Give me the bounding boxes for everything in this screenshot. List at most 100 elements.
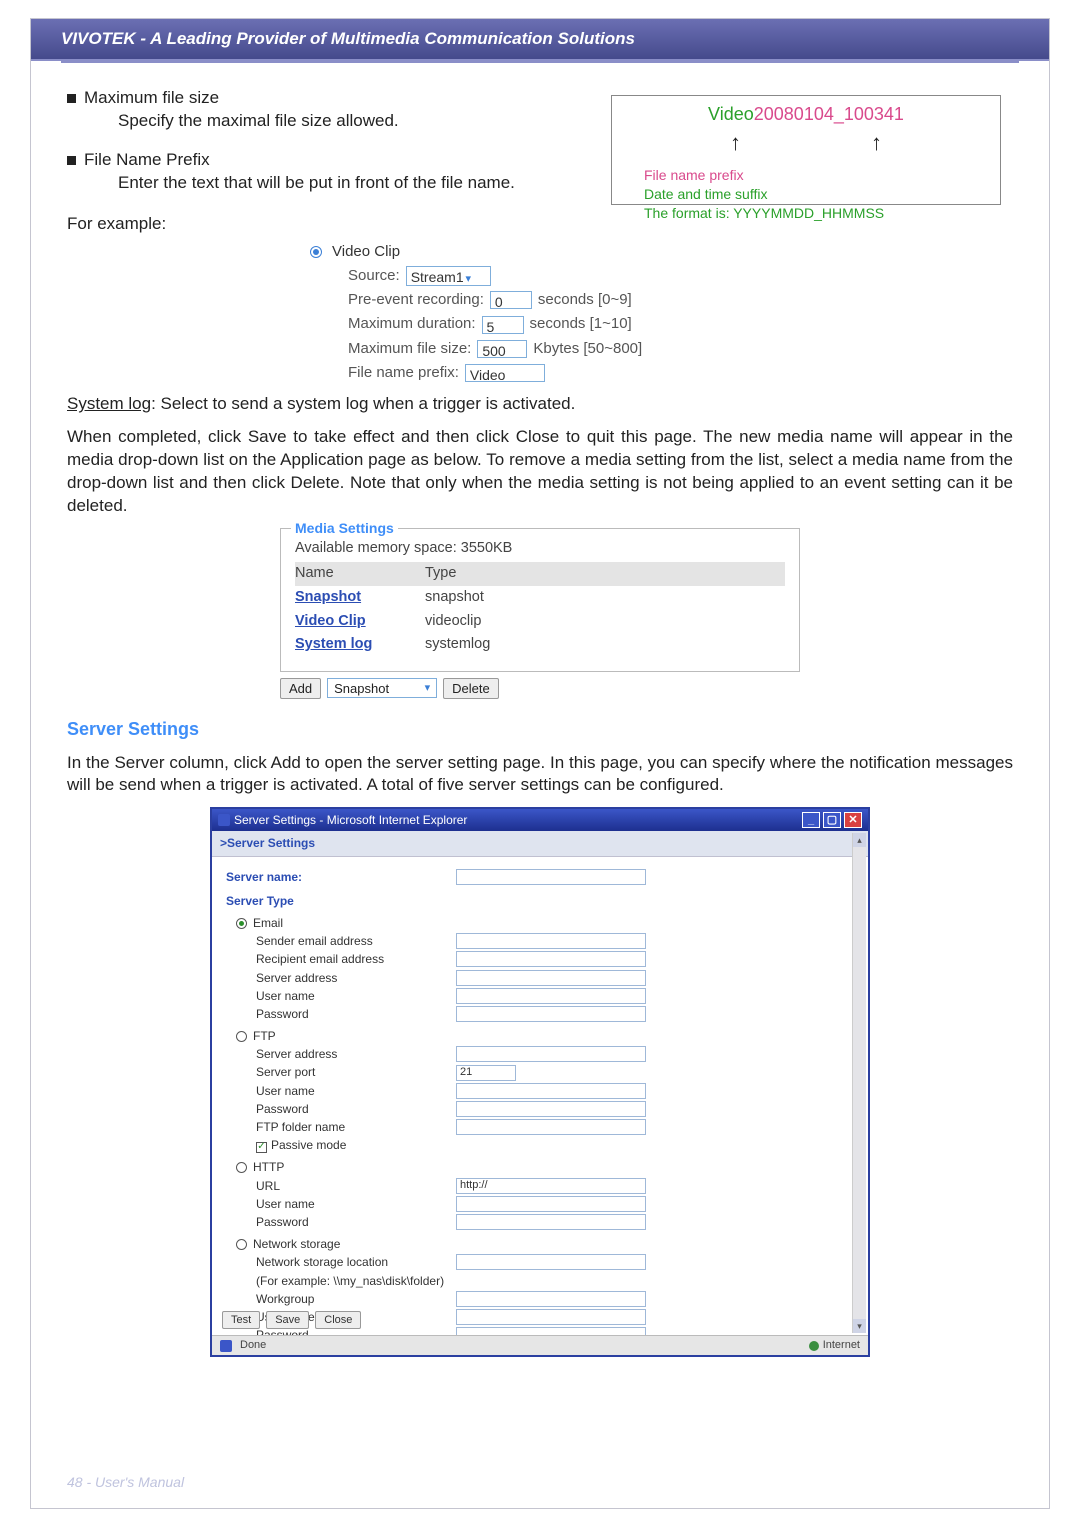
filename-datetime: 20080104_100341 [754,104,904,124]
http-radio[interactable] [236,1162,247,1173]
test-button[interactable]: Test [222,1311,260,1330]
ns-loc-label: Network storage location [226,1254,456,1270]
media-row-systemlog[interactable]: System log [295,636,372,652]
filename-prefix: Video [708,104,754,124]
scrollbar[interactable]: ▴ ▾ [852,833,866,1333]
ns-loc-input[interactable] [456,1254,646,1270]
header-rule [61,61,1019,63]
ie-status-zone: Internet [823,1338,860,1353]
media-select[interactable]: Snapshot▾ [327,678,437,698]
media-row-videoclip[interactable]: Video Clip [295,613,366,629]
server-name-label: Server name: [226,869,456,885]
ns-user-input[interactable] [456,1309,646,1325]
save-button[interactable]: Save [266,1311,309,1330]
media-col-name: Name [295,564,395,584]
media-row-snapshot-type: snapshot [425,588,484,608]
scroll-up-icon[interactable]: ▴ [853,833,866,847]
window-close-button[interactable]: ✕ [844,812,862,828]
system-log-desc: : Select to send a system log when a tri… [151,394,575,413]
ftp-option: FTP [253,1028,276,1044]
vc-prefix-label: File name prefix: [348,363,459,383]
http-user-input[interactable] [456,1196,646,1212]
ftp-port-label: Server port [226,1064,456,1080]
media-settings-fieldset: Media Settings Available memory space: 3… [280,528,800,672]
media-memory-line: Available memory space: 3550KB [295,539,785,559]
email-server-input[interactable] [456,970,646,986]
ftp-port-input[interactable]: 21 [456,1065,516,1081]
ns-wg-label: Workgroup [226,1291,456,1307]
vc-source-select[interactable]: Stream1 ▾ [406,266,491,286]
http-pass-label: Password [226,1214,456,1230]
http-pass-input[interactable] [456,1214,646,1230]
email-radio[interactable] [236,918,247,929]
media-row-videoclip-type: videoclip [425,612,481,632]
window-maximize-button[interactable]: ▢ [823,812,841,828]
system-log-label: System log [67,394,151,413]
ie-statusbar: Done Internet [212,1335,868,1355]
window-minimize-button[interactable]: _ [802,812,820,828]
ftp-passive-checkbox[interactable]: ✓ [256,1142,267,1153]
email-server-label: Server address [226,970,456,986]
vc-prefix-input[interactable]: Video [465,364,545,382]
vc-maxfs-input[interactable]: 500 [477,340,527,358]
media-settings-legend: Media Settings [291,519,398,538]
http-url-label: URL [226,1178,456,1194]
vc-source-label: Source: [348,266,400,286]
video-clip-radio[interactable] [310,246,322,258]
email-recipient-label: Recipient email address [226,951,456,967]
page-footer: 48 - User's Manual [67,1474,184,1490]
filename-example-box: Video20080104_100341 ↑↑ File name prefix… [611,95,1001,205]
server-settings-heading: Server Settings [67,717,1013,741]
vc-maxdur-range: seconds [1~10] [530,314,632,334]
vc-maxfs-label: Maximum file size: [348,339,471,359]
ie-title: Server Settings - Microsoft Internet Exp… [234,812,802,828]
filename-suffix-format: The format is: YYYYMMDD_HHMMSS [644,205,884,221]
ftp-folder-label: FTP folder name [226,1119,456,1135]
vc-maxdur-input[interactable]: 5 [482,316,524,334]
ns-wg-input[interactable] [456,1291,646,1307]
email-option: Email [253,915,283,931]
video-clip-settings: Video Clip Source: Stream1 ▾ Pre-event r… [310,242,770,384]
ftp-user-input[interactable] [456,1083,646,1099]
ftp-pass-input[interactable] [456,1101,646,1117]
completed-paragraph: When completed, click Save to take effec… [67,426,1013,518]
close-button[interactable]: Close [315,1311,361,1330]
server-settings-para: In the Server column, click Add to open … [67,752,1013,798]
ns-example: (For example: \\my_nas\disk\folder) [226,1273,444,1289]
email-pass-input[interactable] [456,1006,646,1022]
arrow-up-icon: ↑ [871,128,882,158]
server-type-label: Server Type [226,893,854,909]
http-option: HTTP [253,1159,284,1175]
globe-icon [809,1341,819,1351]
ftp-user-label: User name [226,1083,456,1099]
media-add-button[interactable]: Add [280,678,321,700]
filename-suffix-caption: Date and time suffix [644,186,767,202]
media-delete-button[interactable]: Delete [443,678,499,700]
email-user-input[interactable] [456,988,646,1004]
email-recipient-input[interactable] [456,951,646,967]
chevron-down-icon: ▾ [425,681,431,696]
bullet-max-filesize-desc: Specify the maximal file size allowed. [118,110,399,133]
ns-radio[interactable] [236,1239,247,1250]
ie-page-icon [220,1340,232,1352]
vc-preevent-input[interactable]: 0 [490,291,532,309]
ftp-server-input[interactable] [456,1046,646,1062]
ie-subtitle: >Server Settings [212,831,868,856]
ftp-passive-label: Passive mode [271,1138,346,1152]
chevron-down-icon: ▾ [466,273,472,285]
ftp-radio[interactable] [236,1031,247,1042]
video-clip-legend: Video Clip [332,242,400,262]
ie-window: Server Settings - Microsoft Internet Exp… [210,807,870,1357]
http-url-input[interactable]: http:// [456,1178,646,1194]
media-row-snapshot[interactable]: Snapshot [295,589,361,605]
vc-maxfs-range: Kbytes [50~800] [533,339,642,359]
ie-titlebar: Server Settings - Microsoft Internet Exp… [212,809,868,831]
server-name-input[interactable] [456,869,646,885]
scroll-down-icon[interactable]: ▾ [853,1319,866,1333]
ftp-folder-input[interactable] [456,1119,646,1135]
bullet-icon [67,156,76,165]
page-header: VIVOTEK - A Leading Provider of Multimed… [31,19,1049,61]
bullet-prefix-desc: Enter the text that will be put in front… [118,172,515,195]
email-pass-label: Password [226,1006,456,1022]
email-sender-input[interactable] [456,933,646,949]
